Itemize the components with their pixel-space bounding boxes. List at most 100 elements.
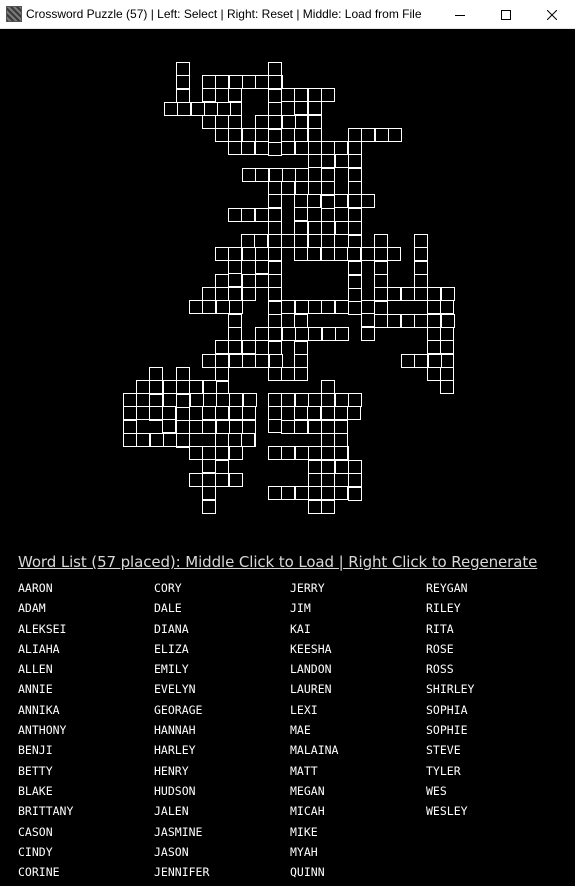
crossword-cell[interactable] [427, 367, 441, 381]
crossword-cell[interactable] [215, 460, 229, 474]
crossword-cell[interactable] [229, 406, 243, 420]
crossword-cell[interactable] [268, 102, 282, 116]
crossword-cell[interactable] [255, 247, 269, 261]
crossword-cell[interactable] [242, 274, 256, 288]
crossword-cell[interactable] [243, 393, 257, 407]
crossword-cell[interactable] [268, 129, 282, 143]
crossword-cell[interactable] [228, 260, 242, 274]
crossword-cell[interactable] [307, 406, 321, 420]
crossword-cell[interactable] [176, 62, 190, 76]
crossword-cell[interactable] [321, 88, 335, 102]
crossword-cell[interactable] [282, 327, 296, 341]
crossword-cell[interactable] [228, 340, 242, 354]
crossword-cell[interactable] [308, 88, 322, 102]
crossword-cell[interactable] [294, 128, 308, 142]
crossword-cell[interactable] [268, 287, 282, 301]
crossword-cell[interactable] [176, 75, 190, 89]
crossword-cell[interactable] [215, 354, 229, 368]
crossword-cell[interactable] [427, 287, 441, 301]
crossword-cell[interactable] [189, 473, 203, 487]
crossword-cell[interactable] [268, 446, 282, 460]
crossword-cell[interactable] [321, 433, 335, 447]
crossword-cell[interactable] [361, 194, 375, 208]
crossword-cell[interactable] [375, 128, 389, 142]
crossword-cell[interactable] [348, 487, 362, 501]
crossword-cell[interactable] [348, 473, 362, 487]
crossword-cell[interactable] [202, 75, 216, 89]
crossword-cell[interactable] [427, 300, 441, 314]
crossword-cell[interactable] [229, 300, 243, 314]
crossword-cell[interactable] [255, 327, 269, 341]
crossword-cell[interactable] [294, 354, 308, 368]
crossword-cell[interactable] [294, 234, 308, 248]
crossword-cell[interactable] [322, 327, 336, 341]
crossword-cell[interactable] [281, 88, 295, 102]
crossword-cell[interactable] [202, 446, 216, 460]
crossword-cell[interactable] [401, 287, 415, 301]
crossword-cell[interactable] [294, 247, 308, 261]
crossword-cell[interactable] [308, 128, 322, 142]
crossword-cell[interactable] [215, 381, 229, 395]
crossword-cell[interactable] [295, 393, 309, 407]
crossword-cell[interactable] [294, 221, 308, 235]
crossword-cell[interactable] [281, 420, 295, 434]
crossword-cell[interactable] [123, 406, 137, 420]
crossword-cell[interactable] [228, 247, 242, 261]
crossword-cell[interactable] [440, 367, 454, 381]
crossword-cell[interactable] [162, 406, 176, 420]
crossword-cell[interactable] [242, 128, 256, 142]
crossword-cell[interactable] [308, 154, 322, 168]
crossword-cell[interactable] [242, 354, 256, 368]
crossword-cell[interactable] [348, 194, 362, 208]
crossword-cell[interactable] [387, 287, 401, 301]
crossword-cell[interactable] [216, 300, 230, 314]
crossword-cell[interactable] [189, 446, 203, 460]
crossword-cell[interactable] [228, 273, 242, 287]
crossword-cell[interactable] [149, 394, 163, 408]
crossword-cell[interactable] [308, 473, 322, 487]
crossword-cell[interactable] [321, 420, 335, 434]
crossword-cell[interactable] [295, 327, 309, 341]
crossword-cell[interactable] [401, 314, 415, 328]
crossword-cell[interactable] [294, 314, 308, 328]
crossword-cell[interactable] [335, 460, 349, 474]
crossword-cell[interactable] [334, 420, 348, 434]
crossword-cell[interactable] [294, 406, 308, 420]
crossword-cell[interactable] [162, 419, 176, 433]
crossword-cell[interactable] [308, 181, 322, 195]
crossword-cell[interactable] [268, 261, 282, 275]
crossword-cell[interactable] [215, 433, 229, 447]
crossword-cell[interactable] [228, 115, 242, 129]
crossword-cell[interactable] [295, 181, 309, 195]
crossword-cell[interactable] [295, 300, 309, 314]
crossword-cell[interactable] [268, 301, 282, 315]
crossword-cell[interactable] [308, 420, 322, 434]
crossword-cell[interactable] [281, 300, 295, 314]
crossword-cell[interactable] [348, 261, 362, 275]
crossword-cell[interactable] [441, 287, 455, 301]
crossword-cell[interactable] [321, 195, 335, 209]
crossword-cell[interactable] [136, 433, 150, 447]
close-button[interactable] [529, 0, 575, 29]
crossword-cell[interactable] [361, 247, 375, 261]
crossword-cell[interactable] [321, 168, 335, 182]
crossword-cell[interactable] [163, 393, 177, 407]
crossword-cell[interactable] [281, 181, 295, 195]
word-list-header[interactable]: Word List (57 placed): Middle Click to L… [18, 553, 537, 571]
crossword-cell[interactable] [176, 380, 190, 394]
crossword-cell[interactable] [241, 208, 255, 222]
crossword-cell[interactable] [204, 102, 218, 116]
crossword-cell[interactable] [123, 433, 137, 447]
crossword-cell[interactable] [334, 433, 348, 447]
crossword-cell[interactable] [281, 393, 295, 407]
crossword-cell[interactable] [215, 274, 229, 288]
crossword-cell[interactable] [295, 141, 309, 155]
crossword-cell[interactable] [321, 181, 335, 195]
crossword-cell[interactable] [176, 420, 190, 434]
crossword-cell[interactable] [268, 221, 282, 235]
crossword-cell[interactable] [294, 207, 308, 221]
crossword-cell[interactable] [255, 354, 269, 368]
crossword-cell[interactable] [254, 234, 268, 248]
crossword-cell[interactable] [308, 234, 322, 248]
crossword-cell[interactable] [335, 221, 349, 235]
